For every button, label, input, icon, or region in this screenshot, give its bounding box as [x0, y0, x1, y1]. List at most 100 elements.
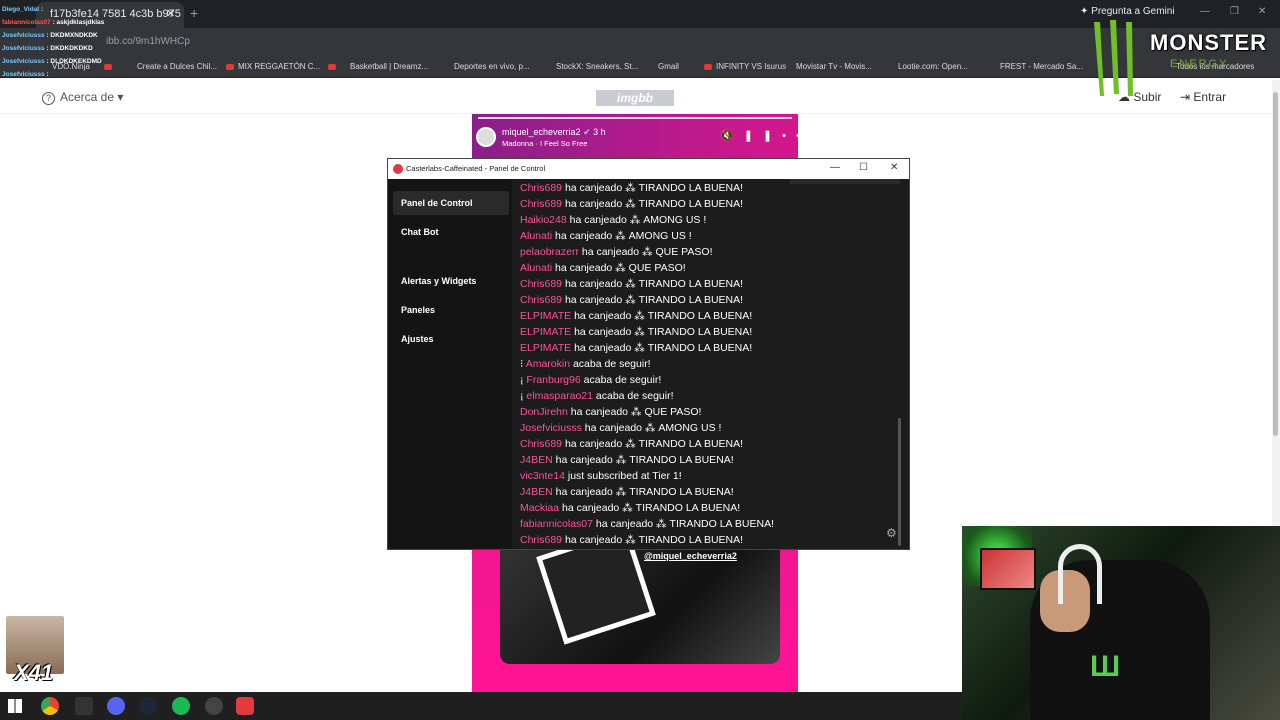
bookmark-item[interactable]: Create a Dulces Chil... — [137, 62, 217, 71]
chat-username[interactable]: ELPIMATE — [520, 310, 571, 322]
chat-username[interactable]: Chris689 — [520, 534, 562, 546]
story-controls[interactable]: 🔇❚❚••• — [720, 129, 824, 142]
channel-points-icon: ⁂ — [631, 342, 645, 354]
chat-username[interactable]: Amarokin — [526, 358, 570, 370]
story-user[interactable]: miquel_echeverria2 ✔ 3 h — [502, 127, 606, 138]
message-text: ha canjeado — [562, 534, 623, 546]
message-text: ha canjeado — [562, 294, 623, 306]
spotify-icon[interactable] — [172, 697, 190, 715]
story-progress-bar — [478, 117, 792, 119]
chat-username[interactable]: J4BEN — [520, 454, 553, 466]
channel-points-icon: ⁂ — [622, 182, 636, 194]
minimize-button[interactable]: — — [1200, 6, 1210, 17]
casterlabs-taskbar-icon[interactable] — [236, 697, 254, 715]
message-text: ha canjeado — [552, 454, 613, 466]
sidebar-item-alerts[interactable]: Alertas y Widgets — [393, 269, 509, 293]
bookmark-item[interactable]: FREST - Mercado Sa... — [1000, 62, 1083, 71]
obs-icon[interactable] — [205, 697, 223, 715]
scrollbar-thumb[interactable] — [1273, 92, 1278, 436]
chat-username[interactable]: ELPIMATE — [520, 342, 571, 354]
bookmark-item[interactable]: Deportes en vivo, p... — [454, 62, 530, 71]
bookmark-item[interactable]: StockX: Sneakers, St... — [556, 62, 638, 71]
reward-name: TIRANDO LA BUENA! — [638, 438, 744, 450]
chat-message: Alunati ha canjeado ⁂ AMONG US ! — [520, 230, 692, 242]
channel-points-icon: ⁂ — [612, 230, 626, 242]
chat-username[interactable]: pelaobrazerr — [520, 246, 579, 258]
close-window-button[interactable]: ✕ — [1258, 6, 1266, 17]
bookmark-item[interactable]: MIX REGGAETÓN C... — [226, 62, 320, 71]
channel-points-icon: ⁂ — [628, 406, 642, 418]
help-icon: ? — [42, 92, 55, 105]
chat-username[interactable]: Haikio248 — [520, 214, 567, 226]
chat-username[interactable]: Franburg96 — [526, 374, 580, 386]
channel-points-icon: ⁂ — [612, 262, 626, 274]
about-menu[interactable]: ? Acerca de ▾ — [42, 90, 123, 105]
chat-username[interactable]: DonJirehn — [520, 406, 568, 418]
close-button[interactable]: ✕ — [890, 162, 898, 173]
close-tab-icon[interactable]: ✕ — [166, 7, 175, 20]
chat-username[interactable]: Alunati — [520, 230, 552, 242]
steam-icon[interactable] — [139, 697, 157, 715]
chat-username[interactable]: Chris689 — [520, 198, 562, 210]
maximize-button[interactable]: ❐ — [1230, 6, 1239, 17]
message-text: ha canjeado — [592, 518, 654, 530]
story-mention[interactable]: @miquel_echeverria2 — [644, 551, 737, 561]
gemini-button[interactable]: ✦ Pregunta a Gemini — [1080, 6, 1175, 17]
login-button[interactable]: ⇥ Entrar — [1180, 90, 1226, 104]
maximize-button[interactable]: ☐ — [859, 162, 868, 173]
channel-points-icon: ⁂ — [626, 214, 641, 226]
chat-message: ELPIMATE ha canjeado ⁂ TIRANDO LA BUENA! — [520, 342, 752, 354]
chat-username[interactable]: fabiannicolas07 — [520, 518, 593, 530]
chat-username[interactable]: Alunati — [520, 262, 552, 274]
chat-message: ¡ Franburg96 acaba de seguir! — [520, 374, 661, 386]
reward-name: TIRANDO LA BUENA! — [647, 342, 753, 354]
url-input[interactable]: ibb.co/9m1hWHCp — [106, 36, 190, 47]
reward-name: AMONG US ! — [643, 214, 707, 226]
chrome-icon[interactable] — [41, 697, 59, 715]
chat-message: Chris689 ha canjeado ⁂ TIRANDO LA BUENA! — [520, 182, 743, 194]
message-text: ha canjeado — [566, 214, 627, 226]
chat-scrollbar[interactable] — [898, 418, 901, 546]
message-text: ha canjeado — [567, 406, 629, 418]
chat-username[interactable]: Chris689 — [520, 294, 562, 306]
chat-message: J4BEN ha canjeado ⁂ TIRANDO LA BUENA! — [520, 454, 734, 466]
pause-icon: ❚❚ — [743, 130, 783, 142]
chat-username[interactable]: Chris689 — [520, 278, 562, 290]
youtube-icon — [328, 62, 340, 71]
message-text: ha canjeado — [578, 246, 640, 258]
sidebar-item-panel[interactable]: Panel de Control — [393, 191, 509, 215]
channel-points-icon: ⁂ — [631, 310, 645, 322]
sidebar-item-settings[interactable]: Ajustes — [393, 327, 509, 351]
imgbb-logo[interactable]: imgbb — [596, 90, 674, 106]
chat-username[interactable]: vic3nte14 — [520, 470, 565, 482]
about-label: Acerca de — [60, 90, 115, 104]
chat-username[interactable]: elmasparao21 — [526, 390, 593, 402]
bookmark-item[interactable]: INFINITY VS Isurus — [704, 62, 786, 71]
windows-start-icon[interactable] — [8, 699, 22, 713]
new-tab-button[interactable]: + — [190, 5, 198, 21]
chat-username[interactable]: J4BEN — [520, 486, 553, 498]
monster-claw-logo — [1094, 20, 1133, 96]
bookmark-item[interactable]: Lootie.com: Open... — [898, 62, 968, 71]
bookmark-item[interactable]: Movistar Tv - Movis... — [796, 62, 872, 71]
app-icon[interactable] — [75, 697, 93, 715]
gear-icon[interactable]: ⚙ — [886, 526, 897, 540]
login-icon: ⇥ — [1180, 90, 1191, 104]
chat-username[interactable]: Josefviciusss — [520, 422, 582, 434]
chat-message: DonJirehn ha canjeado ⁂ QUE PASO! — [520, 406, 701, 418]
minimize-button[interactable]: — — [830, 162, 840, 173]
chat-username[interactable]: Chris689 — [520, 182, 562, 194]
channel-points-icon: ⁂ — [622, 278, 636, 290]
chat-username[interactable]: ELPIMATE — [520, 326, 571, 338]
discord-icon[interactable] — [107, 697, 125, 715]
avatar[interactable] — [476, 127, 496, 147]
bookmark-item[interactable]: Basketball | Dreamz... — [350, 62, 428, 71]
chat-username[interactable]: Mackiaa — [520, 502, 559, 514]
sidebar-item-panels[interactable]: Paneles — [393, 298, 509, 322]
overlay-chat-line: Diego_Vidal : — [2, 6, 44, 13]
story-song: Madonna · I Feel So Free — [502, 139, 588, 148]
bookmark-item[interactable]: Gmail — [658, 62, 679, 71]
sidebar-item-chatbot[interactable]: Chat Bot — [393, 220, 509, 244]
reward-name: TIRANDO LA BUENA! — [638, 182, 744, 194]
chat-username[interactable]: Chris689 — [520, 438, 562, 450]
